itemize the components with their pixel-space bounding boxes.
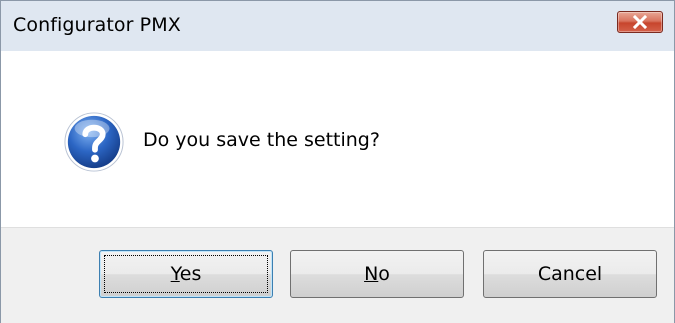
yes-button[interactable]: Yes [99,250,273,298]
dialog-window: Configurator PMX Do you save the setting… [0,0,675,323]
dialog-content: Do you save the setting? [1,51,674,227]
no-mnemonic: N [364,263,379,285]
close-button[interactable] [617,11,663,33]
question-icon [64,112,124,172]
no-button[interactable]: No [290,250,464,298]
yes-rest: es [179,263,202,285]
window-title: Configurator PMX [13,14,181,36]
yes-mnemonic: Y [170,263,180,285]
yes-button-label: Yes [171,263,202,285]
dialog-message: Do you save the setting? [143,129,380,151]
button-bar: Yes No Cancel [1,227,674,323]
title-bar[interactable]: Configurator PMX [1,1,674,52]
close-x-icon [632,15,648,29]
cancel-button-label: Cancel [537,263,603,285]
no-button-label: No [364,263,390,285]
no-rest: o [378,263,390,285]
cancel-button[interactable]: Cancel [483,250,657,298]
